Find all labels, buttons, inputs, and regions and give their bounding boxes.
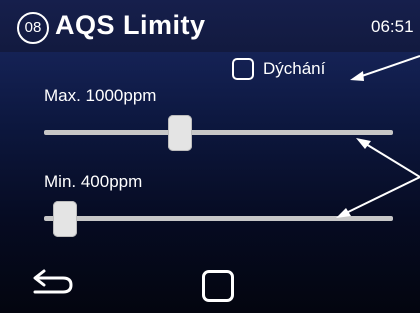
annotation-arrowhead-max [356, 138, 371, 149]
annotation-arrow-max [360, 140, 420, 178]
annotation-arrow-min [341, 176, 420, 216]
annotation-arrows [336, 55, 420, 218]
annotation-arrow-breathing [355, 55, 420, 79]
annotation-arrowhead-min [336, 208, 351, 218]
annotation-arrowhead-breathing [350, 71, 364, 81]
